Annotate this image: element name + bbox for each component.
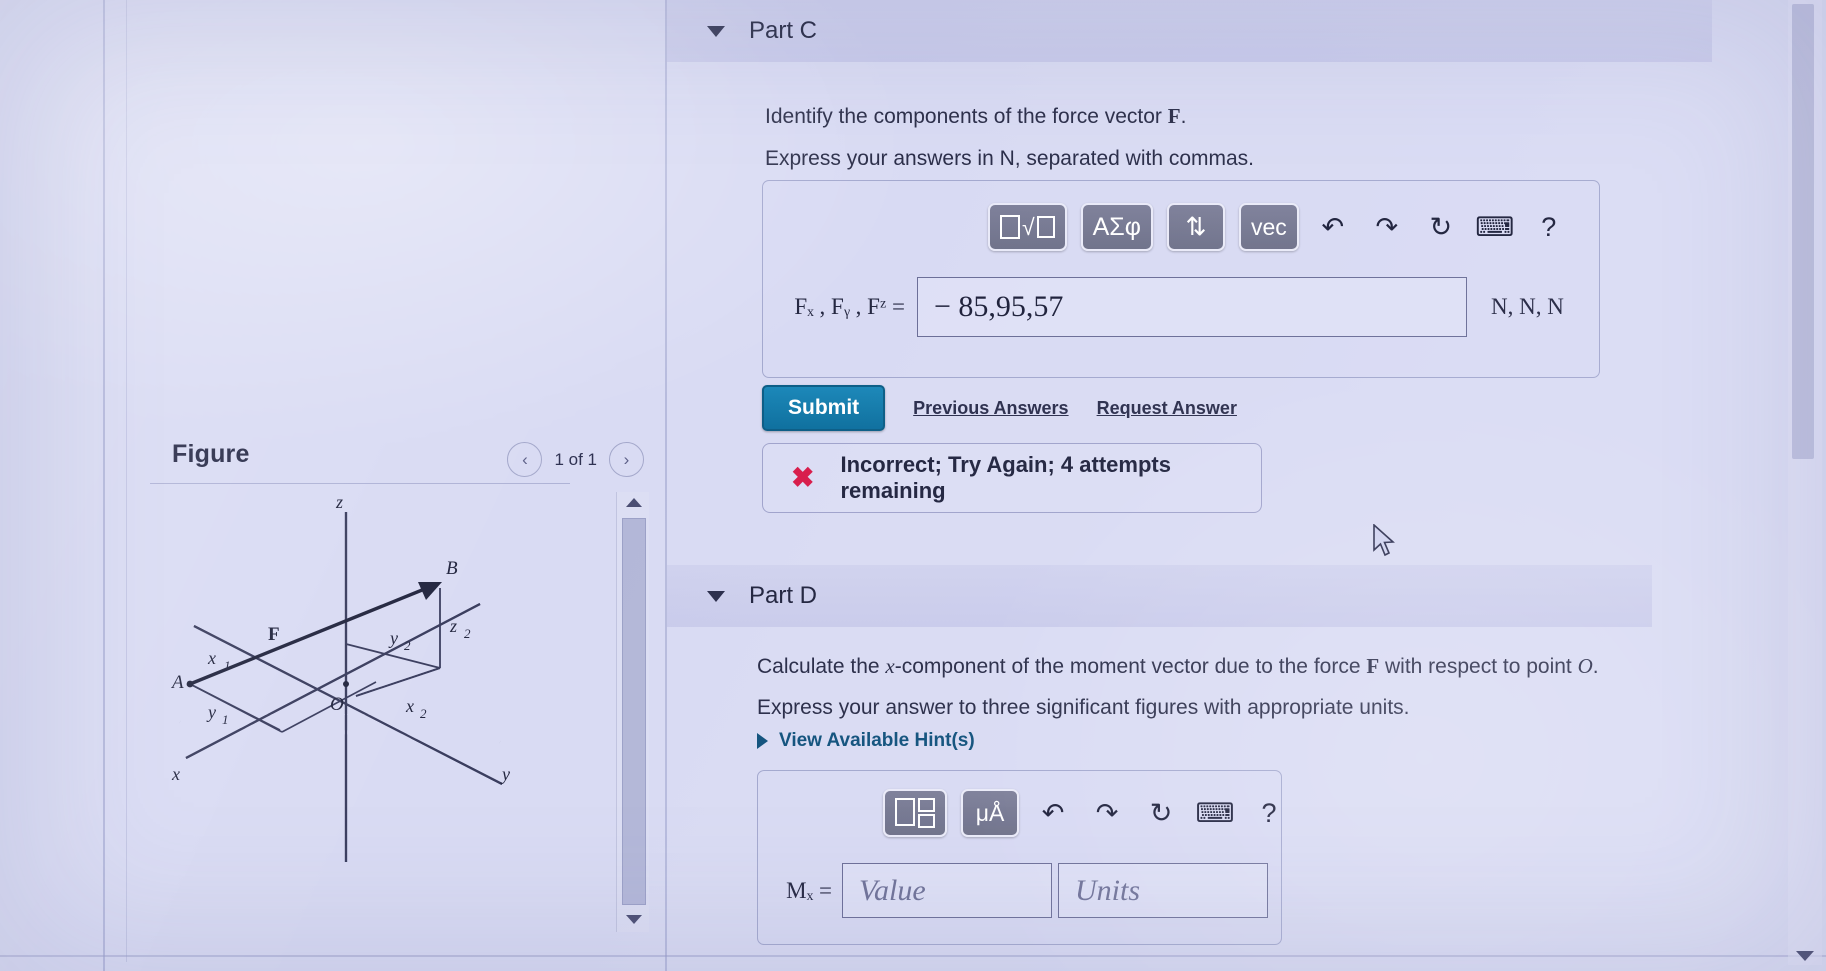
- part-d-answer-label: Mₓ =: [786, 877, 832, 903]
- part-c-prompt-vector-f: F: [1167, 104, 1181, 128]
- part-d-math-toolbar: μÅ ↶ ↷ ↻ ⌨ ?: [883, 789, 1289, 837]
- submit-button[interactable]: Submit: [762, 385, 886, 431]
- figure-pager: ‹ 1 of 1 ›: [507, 442, 644, 477]
- svg-text:1: 1: [222, 712, 229, 727]
- part-d-value-input[interactable]: Value: [842, 863, 1052, 918]
- keyboard-icon[interactable]: ⌨: [1195, 793, 1235, 833]
- part-d-prompt-line2: Express your answer to three significant…: [757, 696, 1410, 719]
- part-d-prompt-point-o: O: [1577, 654, 1593, 678]
- part-d-label: Part D: [749, 582, 818, 609]
- sub-superscript-key[interactable]: ⇅: [1166, 203, 1225, 251]
- part-c-prompt-line2: Express your answers in N, separated wit…: [765, 147, 1255, 170]
- figure-scroll-down-icon[interactable]: [626, 915, 642, 924]
- figure-divider: [150, 483, 570, 484]
- point-label-B: B: [446, 558, 458, 579]
- part-d-prompt-vector-f: F: [1366, 654, 1380, 678]
- part-c-header[interactable]: Part C: [667, 0, 1712, 62]
- help-icon[interactable]: ?: [1249, 793, 1289, 833]
- dim-label-y2: y: [388, 628, 398, 648]
- vector-label-F: F: [268, 624, 280, 645]
- axis-label-z: z: [335, 492, 343, 512]
- dim-label-x1: x: [207, 648, 216, 668]
- redo-icon[interactable]: ↷: [1367, 207, 1407, 247]
- svg-text:1: 1: [224, 658, 231, 673]
- template-sqrt-key[interactable]: √: [988, 203, 1067, 251]
- part-c-answer-input[interactable]: − 85,95,57: [917, 277, 1467, 337]
- view-hints-link[interactable]: View Available Hint(s): [757, 730, 975, 752]
- dim-label-z2: z: [449, 616, 457, 636]
- figure-scroll-thumb[interactable]: [622, 518, 646, 905]
- part-d-units-input[interactable]: Units: [1058, 863, 1268, 918]
- part-c-label: Part C: [749, 17, 818, 44]
- part-d-prompt-text-b: -component of the moment vector due to t…: [894, 655, 1367, 678]
- feedback-text: Incorrect; Try Again; 4 attempts remaini…: [840, 452, 1171, 503]
- error-x-icon: ✖: [791, 462, 815, 493]
- figure-page-label: 1 of 1: [554, 449, 597, 469]
- part-c-answer-value: − 85,95,57: [934, 290, 1064, 323]
- redo-icon[interactable]: ↷: [1087, 793, 1127, 833]
- part-c-prompt-line1: Identify the components of the force vec…: [765, 102, 1186, 131]
- figure-image-container: z x y A B O F x 1 y 1 z 2 y 2 x 2: [150, 492, 620, 952]
- axis-label-x: x: [171, 764, 180, 784]
- part-d-prompt-text-a: Calculate the: [757, 655, 886, 678]
- left-panel-divider: [126, 0, 127, 962]
- page-scrollbar[interactable]: [1788, 0, 1822, 965]
- part-c-answer-label: Fₓ , Fᵧ , Fᶻ =: [794, 294, 905, 319]
- left-margin-divider: [103, 0, 105, 971]
- reset-icon[interactable]: ↻: [1421, 207, 1461, 247]
- previous-answers-link[interactable]: Previous Answers: [913, 398, 1068, 419]
- undo-icon[interactable]: ↶: [1313, 207, 1353, 247]
- point-label-A: A: [170, 672, 184, 693]
- part-c-prompt-text: Identify the components of the force vec…: [765, 105, 1168, 128]
- dim-label-y1: y: [206, 702, 216, 722]
- help-icon[interactable]: ?: [1529, 207, 1569, 247]
- browser-page: Figure ‹ 1 of 1 › z x y A B O F x 1 y 1 …: [0, 0, 1826, 971]
- units-key[interactable]: μÅ: [961, 789, 1019, 837]
- page-scroll-thumb[interactable]: [1792, 4, 1814, 459]
- point-label-O: O: [330, 694, 344, 715]
- figure-next-button[interactable]: ›: [609, 442, 644, 477]
- part-c-prompt-period: .: [1180, 105, 1187, 128]
- chevron-down-icon[interactable]: [707, 25, 725, 37]
- template-key[interactable]: [883, 789, 947, 837]
- part-d-prompt-period: .: [1592, 655, 1599, 678]
- part-d-prompt-x: x: [885, 654, 895, 678]
- keyboard-icon[interactable]: ⌨: [1475, 207, 1515, 247]
- mouse-cursor: [1373, 524, 1395, 557]
- chevron-left-icon: ‹: [522, 449, 528, 469]
- chevron-right-icon: ›: [623, 449, 630, 469]
- force-vector-diagram: z x y A B O F x 1 y 1 z 2 y 2 x 2: [150, 492, 620, 862]
- part-c-math-toolbar: √ ΑΣφ ⇅ vec ↶ ↷ ↻ ⌨ ?: [988, 203, 1569, 251]
- figure-scroll-up-icon[interactable]: [626, 498, 642, 507]
- part-d-header[interactable]: Part D: [667, 565, 1652, 627]
- figure-panel: Figure ‹ 1 of 1 › z x y A B O F x 1 y 1 …: [150, 420, 650, 960]
- svg-text:2: 2: [404, 638, 411, 653]
- part-c-action-row: Submit Previous Answers Request Answer: [762, 385, 1237, 431]
- part-d-prompt-text-c: with respect to point: [1379, 655, 1578, 678]
- greek-symbols-key[interactable]: ΑΣφ: [1080, 203, 1153, 251]
- part-c-answer-units: N, N, N: [1491, 294, 1564, 319]
- undo-icon[interactable]: ↶: [1033, 793, 1073, 833]
- part-d-prompt-line1: Calculate the x-component of the moment …: [757, 652, 1599, 681]
- figure-prev-button[interactable]: ‹: [507, 442, 543, 477]
- reset-icon[interactable]: ↻: [1141, 793, 1181, 833]
- view-hints-label: View Available Hint(s): [779, 730, 975, 751]
- feedback-banner: ✖ Incorrect; Try Again; 4 attempts remai…: [762, 443, 1262, 513]
- chevron-down-icon[interactable]: [707, 590, 725, 602]
- part-d-answer-card: μÅ ↶ ↷ ↻ ⌨ ? Mₓ = Value Units: [757, 770, 1282, 945]
- part-c-answer-card: √ ΑΣφ ⇅ vec ↶ ↷ ↻ ⌨ ? Fₓ , Fᵧ , Fᶻ = − 8…: [762, 180, 1600, 378]
- problem-content-column: Part C Identify the components of the fo…: [667, 0, 1757, 971]
- request-answer-link[interactable]: Request Answer: [1097, 398, 1237, 419]
- figure-title: Figure: [172, 440, 250, 468]
- axis-label-y: y: [500, 764, 510, 784]
- vector-key[interactable]: vec: [1238, 203, 1299, 251]
- dim-label-x2: x: [405, 696, 414, 716]
- part-d-value-placeholder: Value: [859, 873, 926, 907]
- part-d-units-placeholder: Units: [1075, 873, 1141, 907]
- page-scroll-down-icon[interactable]: [1796, 951, 1814, 961]
- svg-text:2: 2: [420, 706, 427, 721]
- svg-text:2: 2: [464, 626, 471, 641]
- chevron-right-icon: [757, 733, 768, 749]
